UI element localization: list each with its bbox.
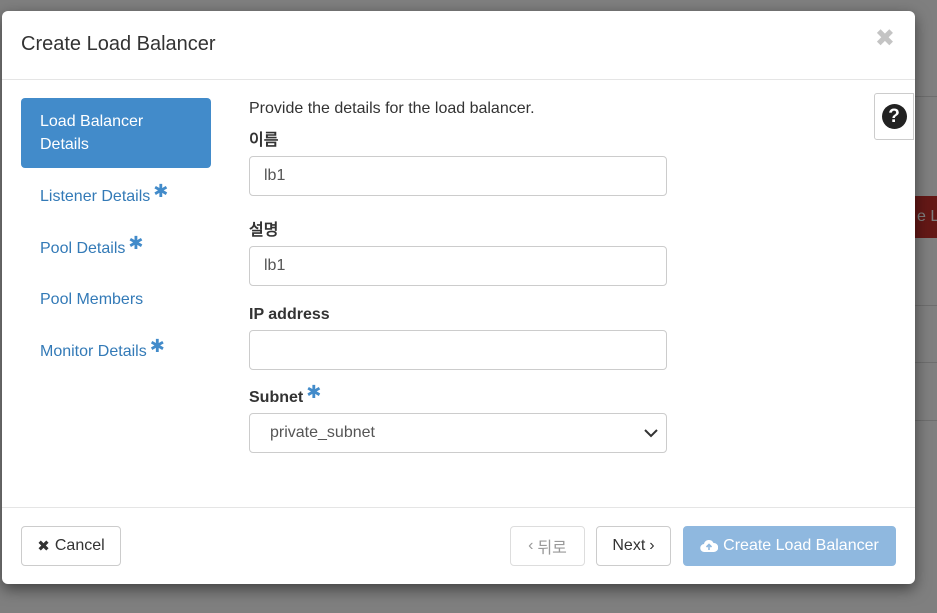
nav-item-label: Listener Details bbox=[40, 188, 151, 205]
next-button[interactable]: Next › bbox=[596, 526, 671, 566]
description-input-value: lb1 bbox=[264, 257, 286, 274]
nav-item-label: Pool Members bbox=[40, 291, 144, 308]
ip-address-label: IP address bbox=[249, 306, 330, 323]
subnet-group: Subnet ✱ private_subnet bbox=[249, 382, 669, 453]
nav-item-label: Pool Details bbox=[40, 240, 126, 257]
nav-item-pool-details[interactable]: Pool Details ✱ bbox=[21, 224, 211, 272]
nav-item-pool-members[interactable]: Pool Members bbox=[21, 276, 211, 323]
create-load-balancer-button[interactable]: Create Load Balancer bbox=[683, 526, 896, 566]
required-icon: ✱ bbox=[149, 336, 165, 356]
description-input[interactable]: lb1 bbox=[249, 246, 667, 286]
nav-item-label: Monitor Details bbox=[40, 343, 147, 360]
name-input-value: lb1 bbox=[264, 167, 286, 184]
modal-header: Create Load Balancer ✖ bbox=[2, 11, 915, 80]
create-load-balancer-modal: Create Load Balancer ✖ Load Balancer Det… bbox=[2, 11, 915, 584]
create-label: Create Load Balancer bbox=[723, 537, 879, 554]
cancel-label: Cancel bbox=[54, 537, 105, 554]
ip-address-input[interactable] bbox=[249, 330, 667, 370]
nav-item-monitor-details[interactable]: Monitor Details ✱ bbox=[21, 327, 211, 375]
subnet-select[interactable]: private_subnet bbox=[249, 413, 667, 453]
close-icon: ✖ bbox=[37, 538, 50, 555]
chevron-down-icon bbox=[644, 426, 658, 441]
required-icon: ✱ bbox=[153, 181, 169, 201]
back-label: 뒤로 bbox=[537, 540, 567, 557]
close-icon[interactable]: ✖ bbox=[875, 27, 895, 51]
cloud-upload-icon bbox=[700, 539, 719, 553]
description-label: 설명 bbox=[249, 222, 279, 239]
subnet-label-text: Subnet bbox=[249, 389, 304, 406]
question-icon: ? bbox=[881, 104, 907, 129]
nav-item-load-balancer-details[interactable]: Load Balancer Details bbox=[21, 98, 211, 168]
help-button[interactable]: ? bbox=[874, 93, 914, 140]
chevron-left-icon: ‹ bbox=[528, 537, 534, 554]
details-form: Provide the details for the load balance… bbox=[249, 100, 669, 463]
name-group: 이름 lb1 bbox=[249, 126, 669, 196]
required-icon: ✱ bbox=[128, 233, 144, 253]
ip-address-group: IP address bbox=[249, 306, 669, 370]
name-input[interactable]: lb1 bbox=[249, 156, 667, 196]
name-label: 이름 bbox=[249, 132, 279, 149]
form-intro: Provide the details for the load balance… bbox=[249, 100, 535, 117]
nav-item-label: Load Balancer Details bbox=[40, 113, 144, 153]
modal-footer: ✖ Cancel ‹ 뒤로 Next › Create Load Balance… bbox=[2, 507, 915, 584]
description-group: 설명 lb1 bbox=[249, 216, 669, 286]
subnet-label: Subnet ✱ bbox=[249, 382, 669, 407]
back-button[interactable]: ‹ 뒤로 bbox=[510, 526, 585, 566]
modal-body: Load Balancer Details Listener Details ✱ … bbox=[2, 80, 915, 507]
next-label: Next bbox=[612, 537, 646, 554]
subnet-select-value: private_subnet bbox=[270, 424, 375, 441]
nav-item-listener-details[interactable]: Listener Details ✱ bbox=[21, 172, 211, 220]
required-icon: ✱ bbox=[306, 382, 322, 402]
cancel-button[interactable]: ✖ Cancel bbox=[21, 526, 121, 566]
chevron-right-icon: › bbox=[649, 537, 655, 554]
modal-title: Create Load Balancer bbox=[21, 33, 216, 55]
wizard-nav: Load Balancer Details Listener Details ✱ … bbox=[21, 98, 211, 379]
